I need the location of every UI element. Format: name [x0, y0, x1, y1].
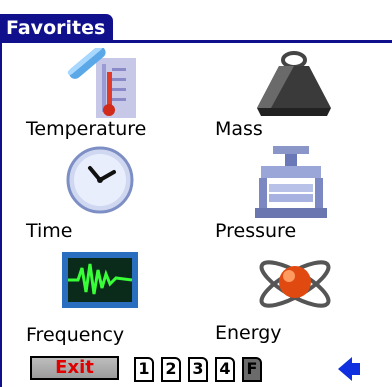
- favorite-label-pressure: Pressure: [215, 220, 297, 242]
- weight-icon: [257, 51, 331, 116]
- favorite-label-temperature: Temperature: [26, 118, 147, 140]
- exit-button[interactable]: Exit: [30, 356, 119, 380]
- page-button-favorites[interactable]: F: [242, 355, 265, 382]
- favorites-screen: Favorites Temperature Mass Time Pressure…: [0, 0, 392, 387]
- page-number: 1: [138, 359, 150, 378]
- page-button-3[interactable]: 3: [188, 355, 211, 382]
- clock-icon: [66, 146, 134, 214]
- thermometer-icon: [67, 48, 136, 118]
- title-bar: Favorites: [0, 0, 392, 43]
- page-button-4[interactable]: 4: [215, 355, 238, 382]
- left-arrow-icon[interactable]: [338, 357, 360, 381]
- page-number: 4: [219, 359, 231, 378]
- page-button-2[interactable]: 2: [161, 355, 184, 382]
- press-icon: [255, 146, 327, 218]
- page-number: F: [246, 359, 258, 378]
- page-button-1[interactable]: 1: [134, 355, 157, 382]
- oscilloscope-icon: [62, 252, 138, 308]
- favorite-time[interactable]: Time: [20, 144, 200, 248]
- favorite-label-energy: Energy: [215, 322, 282, 344]
- favorite-label-time: Time: [26, 220, 73, 242]
- atom-icon: [259, 260, 331, 308]
- page-number: 3: [192, 359, 204, 378]
- favorite-frequency[interactable]: Frequency: [20, 248, 200, 348]
- favorite-label-mass: Mass: [215, 118, 263, 140]
- favorite-energy[interactable]: Energy: [205, 248, 385, 348]
- page-number: 2: [165, 359, 177, 378]
- page-title: Favorites: [0, 14, 114, 42]
- favorite-label-frequency: Frequency: [26, 324, 125, 346]
- favorite-temperature[interactable]: Temperature: [20, 44, 200, 144]
- favorite-mass[interactable]: Mass: [205, 44, 385, 144]
- left-border: [0, 42, 2, 387]
- title-rule: [0, 40, 392, 43]
- favorite-pressure[interactable]: Pressure: [205, 144, 385, 248]
